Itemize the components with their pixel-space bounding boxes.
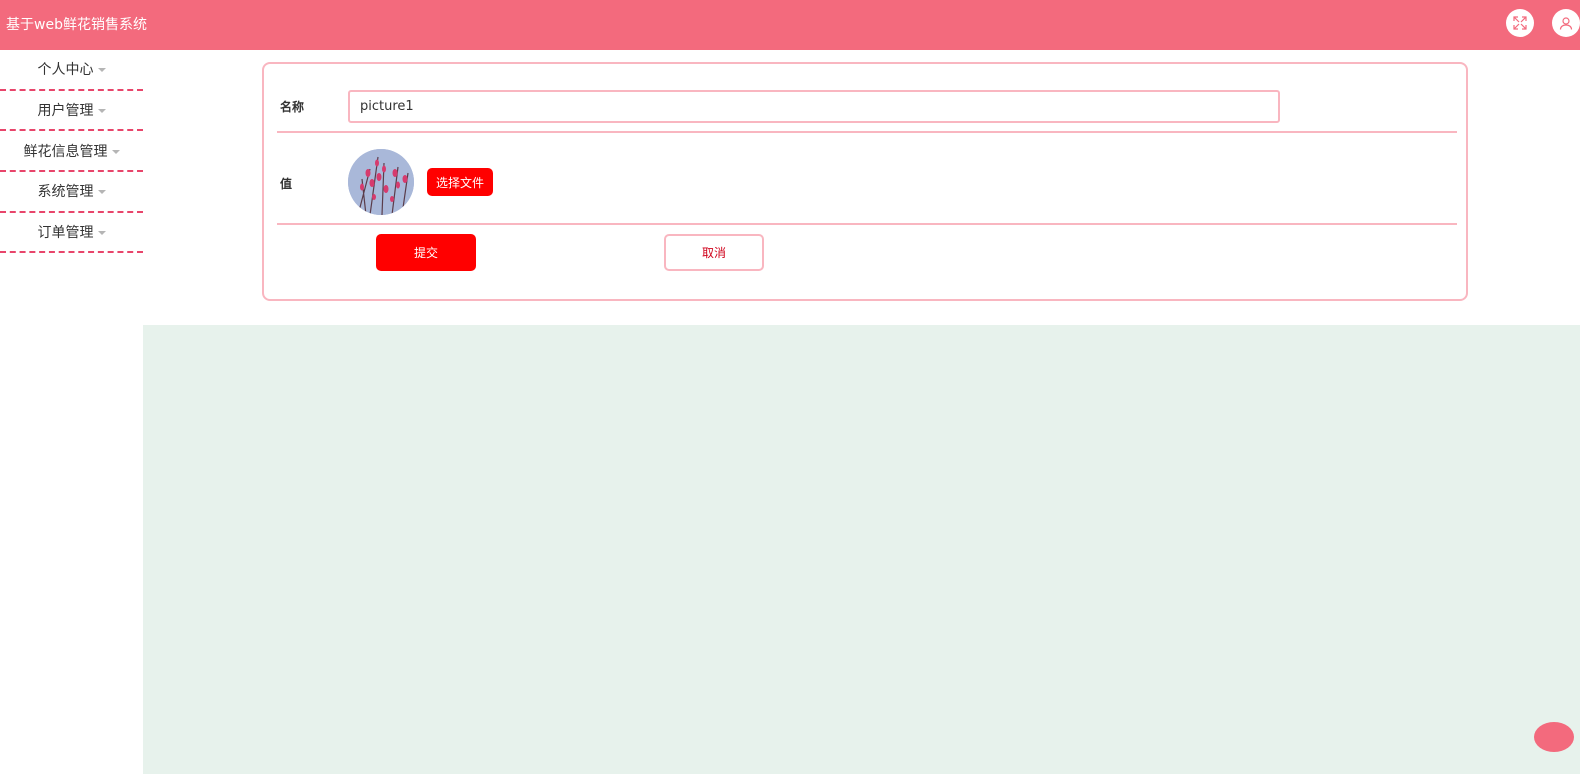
app-title: 基于web鲜花销售系统 — [6, 17, 147, 33]
caret-down-icon — [97, 68, 106, 73]
value-label: 值 — [280, 177, 293, 191]
sidebar-item-system-management[interactable]: 系统管理 — [0, 172, 143, 213]
user-icon — [1559, 17, 1573, 30]
flower-image — [348, 149, 414, 215]
sidebar-item-order-management[interactable]: 订单管理 — [0, 213, 143, 254]
chat-bubble-icon[interactable] — [1534, 722, 1574, 752]
caret-down-icon — [97, 109, 106, 114]
top-bar: 基于web鲜花销售系统 — [0, 0, 1580, 50]
edit-form: 名称 值 选择文件 提交 取消 — [262, 62, 1468, 301]
caret-down-icon — [97, 190, 106, 195]
caret-down-icon — [111, 149, 120, 154]
image-preview[interactable] — [348, 149, 414, 215]
sidebar-item-label: 用户管理 — [37, 103, 94, 120]
sidebar-item-label: 鲜花信息管理 — [23, 143, 108, 160]
divider — [277, 131, 1457, 133]
name-label: 名称 — [280, 100, 305, 114]
choose-file-button[interactable]: 选择文件 — [427, 168, 493, 196]
content-background — [143, 325, 1580, 774]
sidebar-item-label: 订单管理 — [37, 225, 94, 242]
name-input[interactable] — [348, 90, 1280, 123]
user-button[interactable] — [1552, 9, 1580, 37]
sidebar-item-label: 个人中心 — [37, 62, 94, 79]
sidebar-item-flower-info-management[interactable]: 鲜花信息管理 — [0, 131, 143, 173]
divider — [277, 223, 1457, 225]
sidebar: 个人中心 用户管理 鲜花信息管理 系统管理 订单管理 — [0, 50, 143, 774]
submit-button[interactable]: 提交 — [376, 234, 476, 271]
caret-down-icon — [97, 231, 106, 236]
sidebar-item-personal-center[interactable]: 个人中心 — [0, 50, 143, 91]
fullscreen-button[interactable] — [1506, 9, 1534, 37]
sidebar-item-label: 系统管理 — [37, 184, 94, 201]
fullscreen-icon — [1513, 16, 1527, 30]
sidebar-item-user-management[interactable]: 用户管理 — [0, 91, 143, 132]
cancel-button[interactable]: 取消 — [664, 234, 764, 271]
